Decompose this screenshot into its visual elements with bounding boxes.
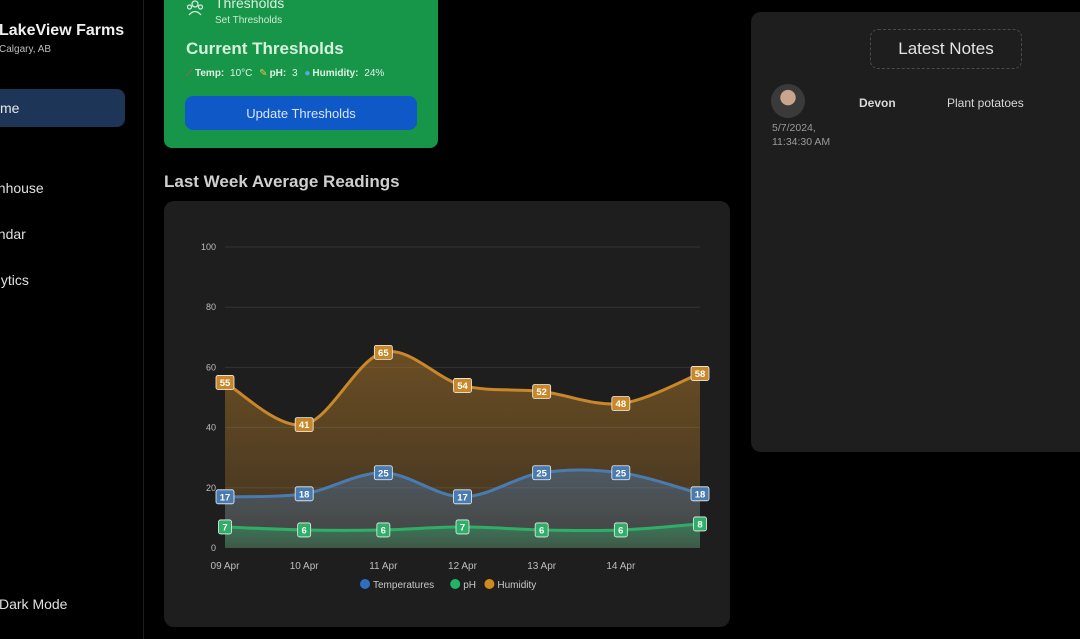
pencil-icon: ✎ <box>259 68 268 79</box>
readings-chart-card: 0 20 40 60 80 100 09 Apr 10 Apr 11 Apr 12 Apr 13 A… <box>164 201 730 627</box>
ph-value: 3 <box>292 68 298 79</box>
note-timestamp: 5/7/2024, 11:34:30 AM <box>772 121 830 149</box>
humidity-value: 24% <box>364 68 385 79</box>
threshold-readings: ⟋ Temp: 10°C ✎ pH: 3 ● Humidity: 24% <box>186 68 384 79</box>
note-text: Plant potatoes <box>947 96 1024 110</box>
data-label: 18 <box>695 489 706 500</box>
x-tick-label: 13 Apr <box>527 561 557 572</box>
data-label: 65 <box>378 348 389 359</box>
ph-label: pH: <box>269 68 287 79</box>
update-thresholds-button[interactable]: Update Thresholds <box>185 96 417 130</box>
group-icon <box>186 0 204 16</box>
legend-marker <box>360 579 370 589</box>
y-tick-label: 80 <box>206 302 216 312</box>
y-tick-label: 20 <box>206 483 216 493</box>
notes-title: Latest Notes <box>870 29 1022 69</box>
legend-marker <box>484 579 495 589</box>
data-label: 6 <box>618 525 623 536</box>
data-label: 25 <box>616 468 627 479</box>
data-label: 6 <box>539 525 544 536</box>
sidebar-item-analytics[interactable]: alytics <box>0 272 29 288</box>
y-tick-label: 60 <box>206 362 216 372</box>
legend-marker <box>450 579 461 589</box>
chart-section-title: Last Week Average Readings <box>164 172 400 191</box>
sidebar-item-home[interactable]: me <box>0 89 125 127</box>
sidebar: LakeView Farms Calgary, AB me enhouse en… <box>0 0 144 639</box>
x-tick-label: 14 Apr <box>606 561 636 572</box>
note-author: Devon <box>859 96 896 110</box>
droplet-icon: ● <box>304 68 311 79</box>
x-tick-label: 10 Apr <box>290 561 320 572</box>
readings-chart: 0 20 40 60 80 100 09 Apr 10 Apr 11 Apr 12 Apr 13 A… <box>201 242 710 591</box>
dark-mode-toggle[interactable]: Dark Mode <box>0 596 67 612</box>
data-label: 25 <box>378 468 389 479</box>
data-label: 25 <box>536 468 547 479</box>
current-thresholds-title: Current Thresholds <box>186 39 344 58</box>
legend-label: Temperatures <box>373 580 434 591</box>
data-label: 8 <box>697 519 702 530</box>
y-tick-label: 0 <box>211 543 216 553</box>
legend-label: pH <box>463 580 476 591</box>
farm-name: LakeView Farms <box>0 22 125 39</box>
data-label: 6 <box>302 525 307 536</box>
data-label: 48 <box>616 399 627 410</box>
note-time: 11:34:30 AM <box>772 136 831 148</box>
data-label: 7 <box>222 522 227 533</box>
note-date: 5/7/2024, <box>772 122 816 134</box>
x-tick-label: 09 Apr <box>211 561 241 572</box>
legend-label: Humidity <box>497 580 536 591</box>
y-tick-label: 40 <box>206 423 216 433</box>
thresholds-title: Thresholds <box>215 0 285 11</box>
data-label: 41 <box>299 420 310 431</box>
x-tick-label: 11 Apr <box>369 561 398 572</box>
sidebar-item-greenhouse[interactable]: enhouse <box>0 180 44 196</box>
data-label: 7 <box>460 522 465 533</box>
data-label: 17 <box>457 492 468 503</box>
thresholds-card: Thresholds Set Thresholds Current Thresh… <box>164 0 438 148</box>
farm-location: Calgary, AB <box>0 44 52 55</box>
data-label: 6 <box>381 525 386 536</box>
data-label: 17 <box>220 492 231 503</box>
sidebar-item-label: me <box>0 100 20 116</box>
thermometer-icon: ⟋ <box>186 68 193 79</box>
x-tick-label: 12 Apr <box>448 561 478 572</box>
data-label: 58 <box>695 369 706 380</box>
avatar <box>771 84 805 118</box>
data-label: 52 <box>536 387 547 398</box>
data-label: 18 <box>299 489 310 500</box>
humidity-label: Humidity: <box>312 68 359 79</box>
y-tick-label: 100 <box>201 242 216 252</box>
data-label: 55 <box>220 378 231 389</box>
data-label: 54 <box>457 381 468 392</box>
temp-value: 10°C <box>230 68 253 79</box>
temp-label: Temp: <box>195 68 225 79</box>
notes-card: Latest Notes 5/7/2024, 11:34:30 AM Devon… <box>751 12 1080 452</box>
thresholds-subtitle: Set Thresholds <box>215 15 283 26</box>
sidebar-item-calendar[interactable]: endar <box>0 226 26 242</box>
